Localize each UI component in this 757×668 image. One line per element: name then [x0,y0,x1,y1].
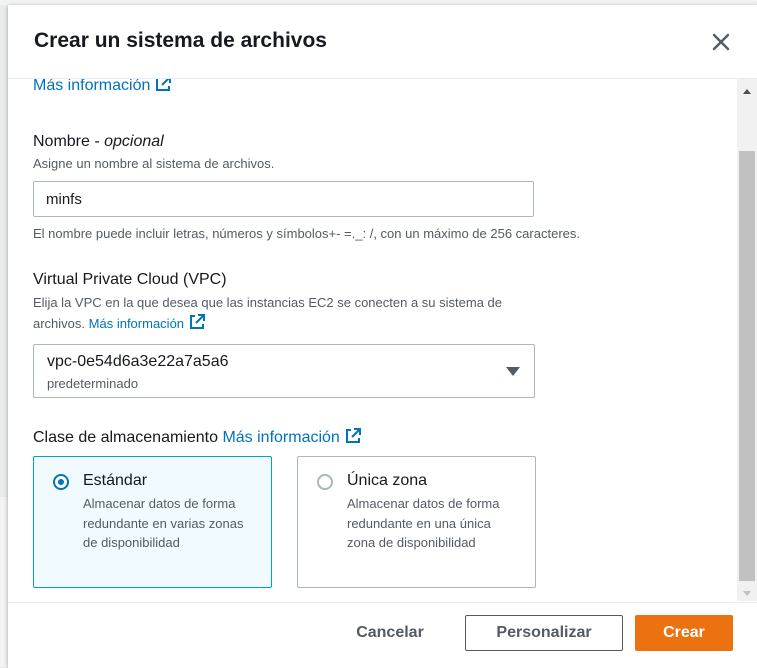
create-file-system-dialog: Crear un sistema de archivos Más informa… [8,5,757,668]
vpc-field-label: Virtual Private Cloud (VPC) [33,271,227,288]
storage-more-info-link[interactable]: Más información [222,428,361,446]
external-link-icon [190,314,206,329]
cancel-button[interactable]: Cancelar [338,615,442,651]
vpc-selected-sublabel: predeterminado [47,376,139,391]
optional-tag: opcional [104,133,164,150]
external-link-icon [345,428,361,443]
name-field-description: Asigne un nombre al sistema de archivos. [33,156,275,171]
scroll-up-arrow-icon[interactable] [743,89,751,94]
vpc-more-info-label: Más información [88,316,185,331]
vpc-more-info-link[interactable]: Más información [88,314,206,331]
close-button[interactable] [708,29,734,55]
scrollbar-thumb[interactable] [739,151,755,581]
storage-more-info-label: Más información [222,429,340,446]
name-input[interactable] [33,181,534,217]
vertical-scrollbar[interactable] [737,79,757,601]
name-field-constraint: El nombre puede incluir letras, números … [33,226,580,241]
caret-down-icon [506,367,520,376]
dialog-body: Más información Nombre - opcional Asigne… [8,79,736,601]
close-icon [712,33,730,51]
storage-option-title: Única zona [347,472,428,489]
page-backdrop-left [0,497,8,667]
customize-button[interactable]: Personalizar [465,615,623,651]
storage-option-description: Almacenar datos de forma redundante en u… [347,496,500,550]
vpc-field-description-line1: Elija la VPC en la que desea que las ins… [33,295,502,310]
name-field-label: Nombre - opcional [33,133,164,150]
scroll-down-arrow-icon[interactable] [743,591,751,596]
radio-selected-icon[interactable] [53,474,69,490]
storage-option-one-zone[interactable]: Única zona Almacenar datos de forma redu… [297,456,536,588]
external-link-icon [156,79,172,91]
vpc-field-description-line2: archivos. Más información [33,313,206,334]
top-more-info-label: Más información [33,79,151,94]
top-more-info-link[interactable]: Más información [33,79,172,95]
storage-option-description: Almacenar datos de forma redundante en v… [83,496,244,550]
storage-class-label: Clase de almacenamiento Más información [33,427,362,447]
create-button[interactable]: Crear [635,615,733,651]
dialog-footer: Cancelar Personalizar Crear [8,602,757,668]
storage-option-standard[interactable]: Estándar Almacenar datos de forma redund… [33,456,272,588]
vpc-selected-value: vpc-0e54d6a3e22a7a5a6 [47,353,229,370]
dialog-header: Crear un sistema de archivos [8,5,757,79]
storage-option-title: Estándar [83,472,148,489]
vpc-select[interactable]: vpc-0e54d6a3e22a7a5a6 predeterminado [33,344,535,398]
radio-unselected-icon[interactable] [317,474,333,490]
dialog-title: Crear un sistema de archivos [34,29,327,52]
